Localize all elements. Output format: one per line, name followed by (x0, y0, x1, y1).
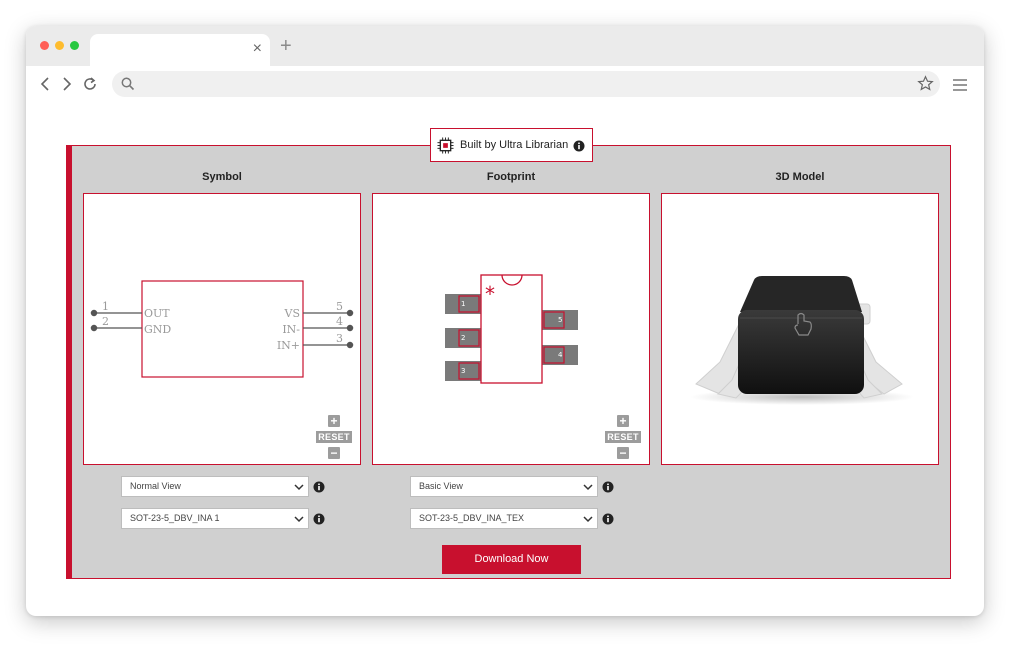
model-3d-panel[interactable] (661, 193, 939, 465)
browser-toolbar (26, 66, 984, 104)
symbol-title: Symbol (202, 171, 242, 183)
pin-number-3: 3 (336, 332, 343, 345)
symbol-view-select[interactable]: Normal View (121, 476, 309, 497)
info-icon[interactable] (602, 513, 614, 525)
zoom-out-button[interactable]: − (328, 447, 340, 459)
footprint-variant-select[interactable]: SOT-23-5_DBV_INA_TEX (410, 508, 598, 529)
tab-close-icon[interactable]: × (253, 40, 262, 58)
zoom-in-button[interactable]: + (328, 415, 340, 427)
pin1-marker: * (485, 282, 495, 306)
new-tab-icon[interactable]: + (280, 36, 292, 56)
built-by-badge: Built by Ultra Librarian (430, 128, 593, 162)
maximize-window-dot[interactable] (70, 41, 79, 50)
chevron-down-icon (294, 484, 304, 491)
info-icon[interactable] (573, 140, 585, 152)
address-bar[interactable] (112, 71, 940, 97)
download-now-button[interactable]: Download Now (442, 545, 581, 574)
pad-label-1: 1 (461, 300, 465, 308)
pin-name-vs: VS (284, 307, 300, 320)
symbol-zoom-controls: + RESET − (316, 415, 352, 463)
pad-label-2: 2 (461, 334, 465, 342)
badge-label: Built by Ultra Librarian (460, 139, 569, 151)
search-icon (121, 77, 135, 91)
symbol-panel[interactable]: 1 2 OUT GND 5 4 3 VS IN- IN+ + RESET − (83, 193, 361, 465)
pin-name-gnd: GND (144, 323, 171, 336)
pin-number-2: 2 (102, 315, 109, 328)
info-icon[interactable] (313, 481, 325, 493)
chevron-down-icon (294, 516, 304, 523)
model-3d-render (690, 276, 914, 405)
reset-button[interactable]: RESET (316, 431, 352, 443)
symbol-view-value: Normal View (130, 481, 181, 491)
reset-button[interactable]: RESET (605, 431, 641, 443)
reload-icon[interactable] (82, 76, 98, 92)
footprint-title: Footprint (486, 171, 536, 183)
pin-number-5: 5 (336, 300, 343, 313)
zoom-out-button[interactable]: − (617, 447, 629, 459)
back-icon[interactable] (38, 76, 54, 92)
menu-icon[interactable] (952, 78, 968, 92)
pin-name-in-minus: IN- (282, 323, 300, 336)
symbol-variant-value: SOT-23-5_DBV_INA 1 (130, 513, 220, 523)
pin-number-4: 4 (336, 315, 343, 328)
symbol-variant-select[interactable]: SOT-23-5_DBV_INA 1 (121, 508, 309, 529)
bookmark-star-icon[interactable] (917, 75, 934, 92)
footprint-view-value: Basic View (419, 481, 463, 491)
footprint-panel[interactable]: 1 2 3 5 4 * + RESET − (372, 193, 650, 465)
pad-label-3: 3 (461, 367, 465, 375)
forward-icon[interactable] (58, 76, 74, 92)
browser-tab[interactable]: × (90, 34, 270, 66)
pad-label-4: 4 (558, 351, 563, 359)
chevron-down-icon (583, 516, 593, 523)
minimize-window-dot[interactable] (55, 41, 64, 50)
footprint-zoom-controls: + RESET − (605, 415, 641, 463)
zoom-in-button[interactable]: + (617, 415, 629, 427)
footprint-variant-value: SOT-23-5_DBV_INA_TEX (419, 513, 525, 523)
chip-icon (437, 137, 454, 154)
pin-name-out: OUT (144, 307, 170, 320)
model-3d-title: 3D Model (775, 171, 825, 183)
info-icon[interactable] (602, 481, 614, 493)
footprint-view-select[interactable]: Basic View (410, 476, 598, 497)
chevron-down-icon (583, 484, 593, 491)
pin-name-in-plus: IN+ (277, 339, 300, 352)
pad-label-5: 5 (558, 316, 562, 324)
info-icon[interactable] (313, 513, 325, 525)
tab-strip: × + (26, 26, 984, 66)
pin-number-1: 1 (102, 300, 109, 313)
close-window-dot[interactable] (40, 41, 49, 50)
